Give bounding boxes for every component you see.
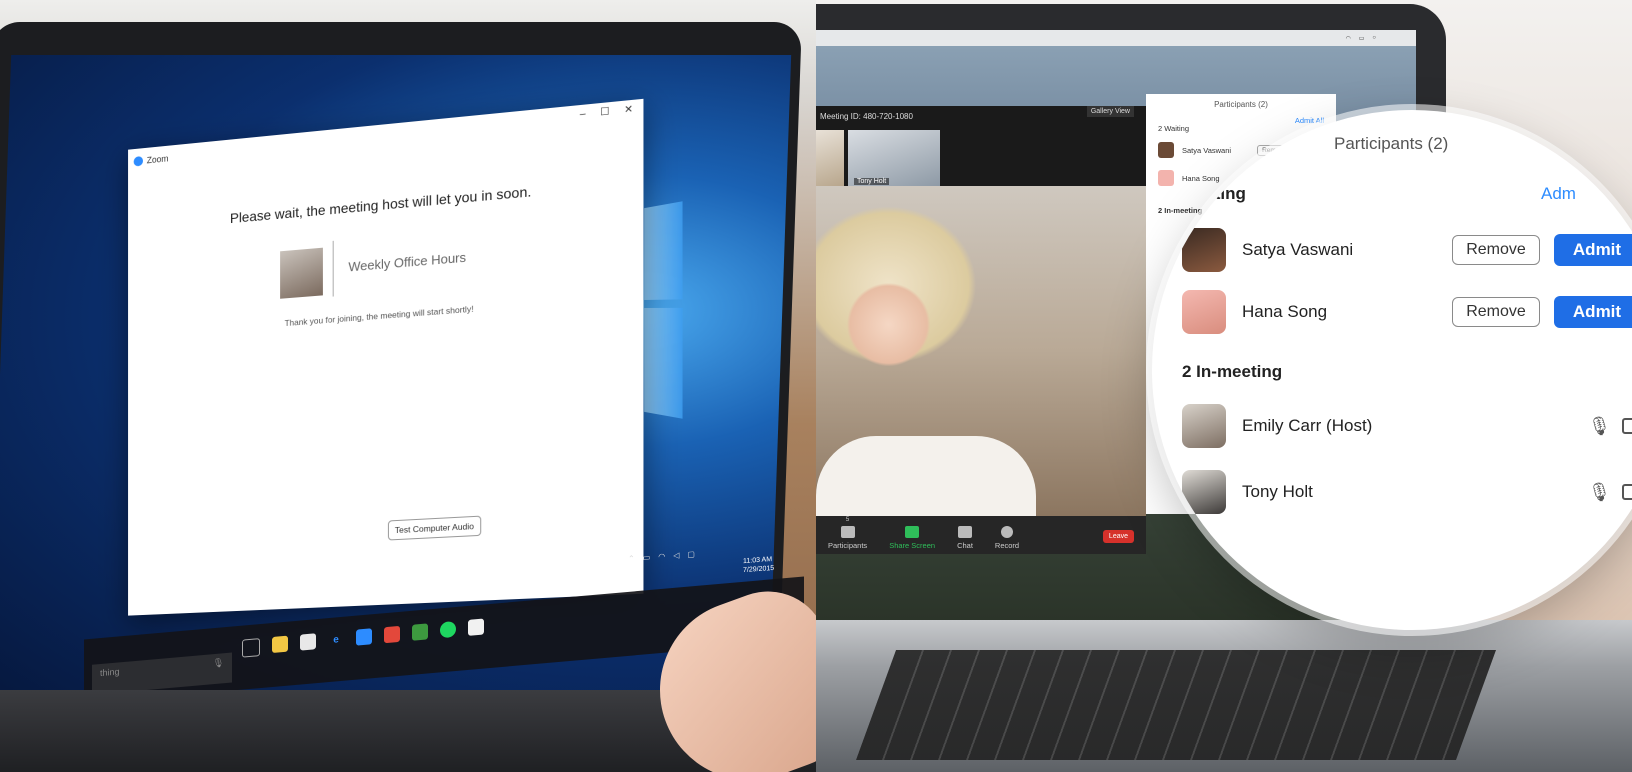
store-icon[interactable] [468, 618, 484, 636]
file-explorer-icon[interactable] [272, 635, 288, 654]
participants-label: Participants [828, 541, 868, 550]
video-camera-icon[interactable] [1622, 418, 1632, 434]
participants-title: Participants (2) [1334, 134, 1449, 153]
search-text: thing [100, 666, 120, 679]
thanks-message: Thank you for joining, the meeting will … [284, 303, 474, 329]
waiting-row: Hana Song Remove Admit [1182, 290, 1632, 334]
participant-name: Satya Vaswani [1242, 240, 1354, 259]
avatar [1158, 142, 1174, 158]
record-label: Record [994, 541, 1020, 550]
taskbar-clock[interactable]: 11:03 AM 7/29/2015 [743, 555, 774, 575]
gallery-view-button[interactable]: Gallery View [1086, 106, 1134, 117]
share-screen-icon [905, 526, 920, 538]
in-meeting-header: 2 In-meeting [1182, 362, 1283, 381]
chat-icon [957, 526, 972, 538]
microphone-icon[interactable]: 🎙 [1588, 482, 1611, 503]
share-screen-button[interactable]: Share Screen [889, 526, 935, 550]
admit-all-link[interactable]: Adm [1541, 184, 1576, 204]
participant-count-badge: 5 [845, 517, 850, 523]
video-thumbnail[interactable] [816, 130, 844, 186]
taskbar-search[interactable]: thing 🎙 [92, 652, 232, 695]
chevron-up-icon[interactable]: ⌃ [628, 554, 635, 563]
avatar [1182, 470, 1226, 514]
windows-laptop-scene: Zoom – ☐ ✕ Please wait, the meeting host… [0, 0, 816, 772]
test-computer-audio-button[interactable]: Test Computer Audio [387, 515, 482, 541]
zoom-waiting-window: Zoom – ☐ ✕ Please wait, the meeting host… [128, 98, 644, 616]
search-icon[interactable]: ○ [1372, 35, 1376, 41]
close-button[interactable]: ✕ [624, 104, 633, 116]
keyboard [855, 650, 1497, 760]
remove-button[interactable]: Remove [1452, 235, 1540, 265]
waiting-row: Satya Vaswani Remove Admit [1182, 228, 1632, 272]
remove-button[interactable]: Remove [1452, 297, 1540, 327]
edge-icon[interactable]: e [328, 631, 344, 648]
waiting-message: Please wait, the meeting host will let y… [229, 183, 532, 227]
wifi-icon[interactable]: ◠ [658, 552, 665, 561]
minimize-button[interactable]: – [580, 109, 586, 121]
in-meeting-header: 2 In-meeting [1158, 206, 1203, 215]
office-icon[interactable] [384, 625, 400, 644]
participant-name: Emily Carr (Host) [1242, 416, 1373, 435]
waiting-header: 2 Waiting [1158, 124, 1189, 133]
app-title: Zoom [146, 153, 169, 166]
meeting-toolbar: 5 Participants Share Screen Chat Record … [816, 516, 1146, 554]
battery-icon[interactable]: ▭ [1359, 35, 1365, 42]
in-meeting-row: Tony Holt 🎙 [1182, 470, 1632, 514]
video-camera-icon[interactable] [1622, 484, 1632, 500]
panel-title: Participants (2) [1214, 100, 1268, 109]
participant-name: Hana Song [1182, 173, 1220, 183]
thumbnail-label: Tony Holt [854, 178, 890, 185]
window-title: Zoom [133, 153, 169, 167]
zoom-icon[interactable] [356, 628, 372, 646]
chat-button[interactable]: Chat [957, 526, 973, 550]
microphone-icon[interactable]: 🎙 [1588, 416, 1611, 437]
taskbar-icons: e [242, 618, 484, 658]
divider [332, 240, 334, 297]
mac-laptop-scene: ◠ ▭ ○ Meeting ID: 480-720-1080 Gallery V… [816, 0, 1632, 772]
host-avatar [280, 247, 323, 299]
avatar [1182, 228, 1226, 272]
volume-icon[interactable]: ◁ [673, 551, 679, 560]
zoom-meeting-window: Meeting ID: 480-720-1080 Gallery View To… [816, 106, 1146, 554]
chat-label: Chat [957, 541, 973, 550]
battery-icon[interactable]: ▭ [643, 553, 651, 563]
notification-icon[interactable]: ▢ [687, 550, 695, 560]
admit-button[interactable]: Admit [1554, 296, 1632, 328]
avatar [1182, 404, 1226, 448]
participant-name: Tony Holt [1242, 482, 1313, 501]
record-button[interactable]: Record [995, 526, 1019, 550]
leave-button[interactable]: Leave [1102, 530, 1134, 543]
xbox-icon[interactable] [412, 623, 428, 641]
waiting-header: iting [1210, 184, 1246, 203]
speaker-shirt [816, 436, 1036, 516]
maximize-button[interactable]: ☐ [600, 106, 609, 118]
in-meeting-row: Emily Carr (Host) 🎙 [1182, 404, 1632, 448]
record-icon [1001, 526, 1013, 538]
zoom-logo-icon [133, 155, 144, 167]
avatar [1158, 170, 1174, 186]
admit-all-link[interactable]: Admit All [1295, 116, 1324, 125]
participant-name: Satya Vaswani [1182, 145, 1232, 155]
microphone-icon[interactable]: 🎙 [213, 657, 224, 669]
mail-icon[interactable] [300, 633, 316, 651]
wifi-icon[interactable]: ◠ [1345, 35, 1350, 42]
meeting-name: Weekly Office Hours [348, 249, 467, 275]
meeting-id: Meeting ID: 480-720-1080 [820, 112, 913, 121]
participants-icon [840, 526, 855, 538]
participant-name: Hana Song [1242, 302, 1328, 321]
window-controls: – ☐ ✕ [580, 104, 633, 120]
task-view-icon[interactable] [242, 638, 260, 658]
admit-button[interactable]: Admit [1554, 234, 1632, 266]
avatar [1182, 290, 1226, 334]
share-screen-label: Share Screen [889, 541, 936, 550]
spotify-icon[interactable] [440, 620, 456, 639]
participants-button[interactable]: 5 Participants [828, 517, 867, 550]
mac-menubar: ◠ ▭ ○ [816, 30, 1416, 46]
